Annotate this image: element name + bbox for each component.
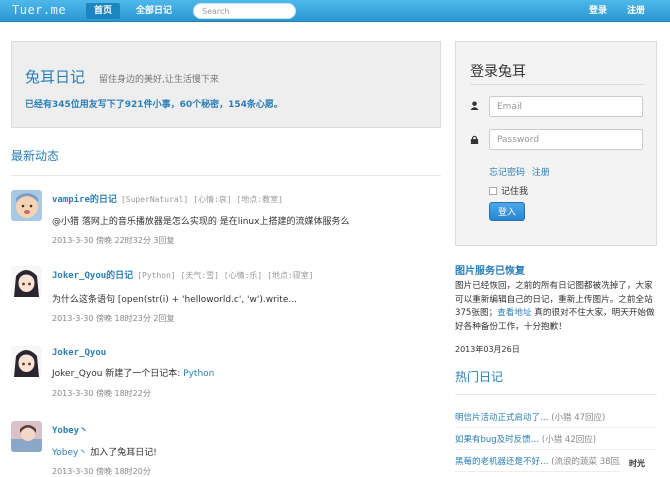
view-address-link[interactable]: 查看地址 — [497, 308, 531, 318]
hero-stats: 已经有345位用友写下了921件小事，60个秘密，154条心愿。 — [25, 100, 283, 110]
checkbox-icon[interactable] — [489, 187, 497, 195]
site-logo[interactable]: Tuer.me — [12, 3, 66, 17]
register-link[interactable]: 注册 — [532, 168, 550, 178]
feed-meta: 2013-3-30 傍晚 18时23分 2回复 — [52, 314, 175, 323]
hero-banner: 兔耳日记 留住身边的美好,让生活慢下来 已经有345位用友写下了921件小事，6… — [11, 41, 441, 128]
avatar[interactable] — [11, 346, 42, 377]
notice-text: 图片已经恢回，之前的所有日记图都被冼掉了，大家可以重新编辑自己的日记，重新上传图… — [455, 280, 660, 334]
anime-girl-avatar-icon — [11, 346, 42, 377]
hot-diary-link[interactable]: 如果有bug及时反馈… — [455, 435, 539, 445]
hot-diary-link[interactable]: 明信片活动正式启动了… — [455, 413, 549, 423]
notice-title: 图片服务已恢复 — [455, 266, 525, 277]
remember-me-checkbox[interactable]: 记住我 — [489, 184, 528, 197]
hot-diary-item: 如果有bug及时反馈… (小猎 42回应) — [455, 433, 657, 450]
user-icon — [470, 101, 479, 110]
avatar[interactable] — [11, 266, 42, 297]
feed-author-link[interactable]: vampire的日记 — [52, 195, 117, 205]
bottom-time-tab[interactable]: 时光 — [620, 456, 670, 472]
login-divider — [470, 84, 645, 85]
nav-all-diaries[interactable]: 全部日记 — [128, 3, 180, 19]
feed-tags: [SuperNatural] [心情:哀] [地点:教室] — [120, 195, 283, 204]
hot-divider — [455, 394, 657, 395]
feed-body[interactable]: 为什么这条语句 [open(str(i) + 'helloworld.c', '… — [52, 292, 297, 305]
photo-avatar-icon — [11, 421, 42, 452]
feed-body[interactable]: @小猎 落网上的音乐播放器是怎么实现的 是在linux上搭建的流媒体服务么 — [52, 214, 349, 227]
feed-item: Joker_Qyou的日记 [Python] [天气:雪] [心情:乐] [地点:… — [11, 266, 441, 326]
password-field[interactable] — [489, 129, 643, 150]
search-input[interactable] — [193, 3, 296, 19]
hot-diary-link[interactable]: 黑莓的老机器还是不好… — [455, 457, 549, 467]
user-link[interactable]: Yobey丶 — [52, 448, 87, 458]
feed-author-link[interactable]: Yobey丶 — [52, 426, 88, 436]
login-button[interactable]: 登入 — [489, 202, 525, 221]
feed-body: Yobey丶 加入了兔耳日记! — [52, 445, 157, 458]
top-navbar: Tuer.me 首页 全部日记 登录 注册 — [0, 0, 670, 22]
hot-diaries-title: 热门日记 — [455, 370, 504, 384]
login-panel: 登录兔耳 忘记密码 注册 记住我 登入 — [455, 41, 657, 246]
feed-author-link[interactable]: Joker_Qyou的日记 — [52, 271, 133, 281]
hot-diary-meta: (流浪的蔬菜 38回应) — [548, 457, 631, 467]
notice-date: 2013年03月26日 — [455, 345, 520, 354]
baby-avatar-icon — [11, 190, 42, 221]
hero-slogan: 留住身边的美好,让生活慢下来 — [99, 75, 219, 85]
nav-register[interactable]: 注册 — [619, 3, 653, 19]
nav-login[interactable]: 登录 — [581, 3, 615, 19]
feed-body-text: Joker_Qyou 新建了一个日记本: — [52, 369, 184, 379]
feed-meta: 2013-3-30 傍晚 18时22分 — [52, 389, 151, 398]
hot-diary-item: 明信片活动正式启动了… (小猎 47回应) — [455, 411, 657, 428]
feed-title: 最新动态 — [11, 149, 60, 163]
hot-diary-meta: (小猎 42回应) — [539, 435, 597, 445]
email-field[interactable] — [489, 96, 643, 117]
feed-tags: [Python] [天气:雪] [心情:乐] [地点:寝室] — [137, 271, 314, 280]
hero-title: 兔耳日记 — [25, 68, 86, 86]
feed-item: vampire的日记 [SuperNatural] [心情:哀] [地点:教室] … — [11, 190, 441, 250]
notebook-link[interactable]: Python — [183, 369, 214, 379]
feed-item: Yobey丶 Yobey丶 加入了兔耳日记! 2013-3-30 傍晚 18时2… — [11, 421, 441, 476]
feed-item: Joker_Qyou Joker_Qyou 新建了一个日记本: Python 2… — [11, 346, 441, 401]
anime-girl-avatar-icon — [11, 266, 42, 297]
remember-me-label: 记住我 — [501, 187, 529, 197]
feed-body: Joker_Qyou 新建了一个日记本: Python — [52, 366, 214, 379]
feed-divider — [11, 175, 441, 176]
forgot-password-link[interactable]: 忘记密码 — [489, 168, 525, 178]
feed-body-text: 加入了兔耳日记! — [87, 448, 157, 458]
login-title: 登录兔耳 — [470, 64, 526, 80]
avatar[interactable] — [11, 421, 42, 452]
nav-home[interactable]: 首页 — [86, 3, 121, 19]
lock-icon — [470, 135, 479, 144]
hot-diary-meta: (小猎 47回应) — [548, 413, 606, 423]
avatar[interactable] — [11, 190, 42, 221]
feed-author-link[interactable]: Joker_Qyou — [52, 348, 106, 358]
feed-meta: 2013-3-30 傍晚 22时32分 3回复 — [52, 236, 175, 245]
login-links: 忘记密码 注册 — [489, 165, 550, 178]
